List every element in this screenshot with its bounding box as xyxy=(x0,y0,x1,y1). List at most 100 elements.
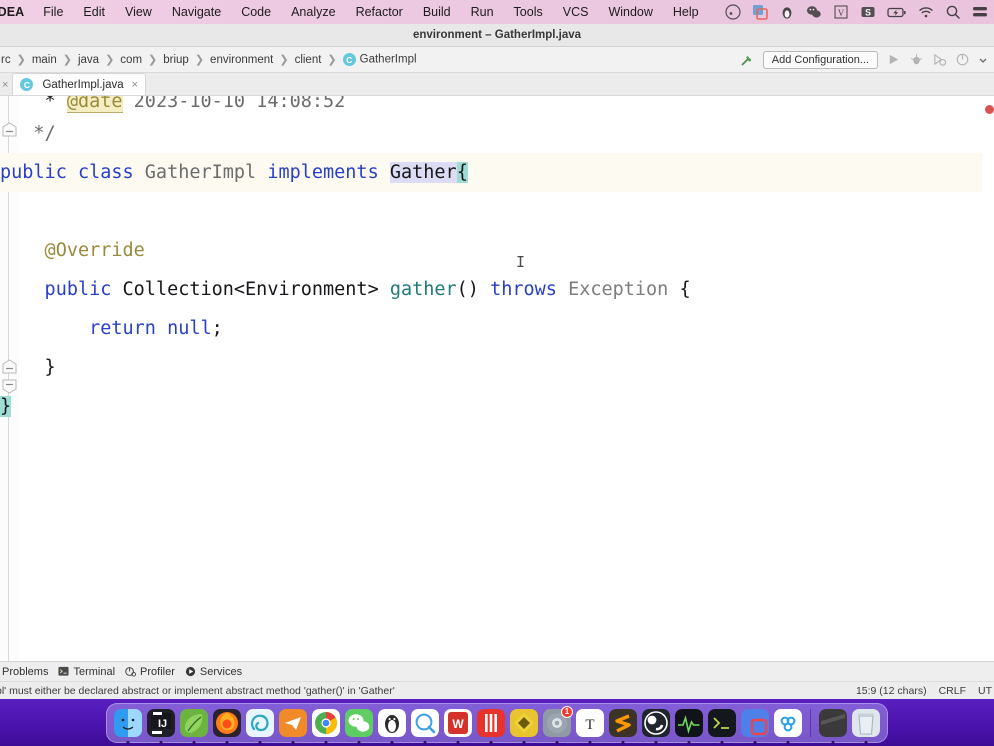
menu-help[interactable]: Help xyxy=(663,5,709,19)
dock-item-iterm[interactable] xyxy=(707,708,737,744)
breadcrumb-item-briup[interactable]: briup xyxy=(158,54,194,66)
error-stripe-marker[interactable] xyxy=(985,105,994,114)
penguin-icon[interactable] xyxy=(779,4,795,20)
control-center-icon[interactable] xyxy=(972,4,988,20)
menu-edit[interactable]: Edit xyxy=(73,5,115,19)
dock-item-trash[interactable] xyxy=(851,708,881,744)
dock-running-indicator xyxy=(786,740,790,744)
svg-text:T: T xyxy=(585,717,594,733)
dock-item-activity-monitor[interactable] xyxy=(674,708,704,744)
dock-running-indicator xyxy=(687,740,691,744)
run-with-coverage-icon[interactable] xyxy=(932,52,947,67)
breadcrumb-item-client[interactable]: client xyxy=(290,54,327,66)
breadcrumb-item-com[interactable]: com xyxy=(115,54,147,66)
menu-window[interactable]: Window xyxy=(598,5,662,19)
breadcrumb-item-src[interactable]: rc xyxy=(0,54,16,66)
add-configuration-button[interactable]: Add Configuration... xyxy=(762,50,878,69)
line-method-close[interactable]: } xyxy=(0,348,994,387)
menu-build[interactable]: Build xyxy=(413,5,461,19)
v-app-icon[interactable]: V xyxy=(833,4,849,20)
tab-close-icon[interactable]: × xyxy=(132,79,138,91)
menu-vcs[interactable]: VCS xyxy=(553,5,599,19)
caret-position[interactable]: 15:9 (12 chars) xyxy=(856,685,927,697)
line-method-signature[interactable]: public Collection<Environment> gather() … xyxy=(0,270,994,309)
file-encoding[interactable]: UT xyxy=(978,685,992,697)
menu-refactor[interactable]: Refactor xyxy=(346,5,413,19)
tool-window-problems[interactable]: Problems xyxy=(0,666,58,678)
editor-code-area[interactable]: * @date 2023-10-10 14:08:52 */ public cla… xyxy=(0,96,994,661)
profiler-icon xyxy=(125,667,137,677)
finder-icon xyxy=(114,708,142,737)
code-token: gather xyxy=(389,279,457,300)
breadcrumb-item-java[interactable]: java xyxy=(73,54,104,66)
s-app-icon[interactable]: S xyxy=(860,4,876,20)
tool-window-services[interactable]: Services xyxy=(185,666,252,678)
battery-icon[interactable] xyxy=(887,4,907,20)
dock-item-snipaste[interactable] xyxy=(740,708,770,744)
dock-item-wechat[interactable] xyxy=(344,708,374,744)
dock-running-indicator xyxy=(720,740,724,744)
breadcrumb-item-environment[interactable]: environment xyxy=(205,54,278,66)
menu-code[interactable]: Code xyxy=(231,5,281,19)
dock-item-downloads-stack[interactable] xyxy=(818,708,848,744)
dock-item-chrome[interactable] xyxy=(311,708,341,744)
dock-item-system-preferences[interactable]: 1 xyxy=(542,705,573,744)
profiler-icon[interactable] xyxy=(955,52,970,67)
close-icon[interactable]: × xyxy=(0,79,12,95)
run-icon[interactable] xyxy=(886,52,901,67)
spotlight-search-icon[interactable] xyxy=(945,4,961,20)
error-stripe-gutter[interactable] xyxy=(982,96,994,661)
chevron-down-icon[interactable] xyxy=(978,55,988,65)
dock-item-qq[interactable] xyxy=(377,708,407,744)
line-blank-1[interactable] xyxy=(0,192,994,231)
line-class-close[interactable]: } xyxy=(0,387,994,426)
compass-icon[interactable] xyxy=(725,4,741,20)
line-class-decl[interactable]: public class GatherImpl implements Gathe… xyxy=(0,153,994,192)
hammer-icon[interactable] xyxy=(739,52,755,68)
menu-file[interactable]: File xyxy=(33,5,73,19)
dock-item-baidu-netdisk[interactable] xyxy=(773,708,803,744)
code-editor[interactable]: * @date 2023-10-10 14:08:52 */ public cla… xyxy=(0,96,994,661)
dock-item-axure[interactable] xyxy=(509,708,539,744)
dingtalk-icon xyxy=(477,708,505,737)
menu-navigate[interactable]: Navigate xyxy=(162,5,231,19)
screenshot-icon[interactable] xyxy=(752,4,768,20)
menu-view[interactable]: View xyxy=(115,5,162,19)
dock-item-typora[interactable]: T xyxy=(575,708,605,744)
dock-item-sublime-text[interactable] xyxy=(608,708,638,744)
line-separator[interactable]: CRLF xyxy=(939,685,966,697)
dock-item-spring[interactable] xyxy=(179,708,209,744)
breadcrumb-separator: ❯ xyxy=(279,54,289,66)
menu-tools[interactable]: Tools xyxy=(504,5,553,19)
breadcrumb-item-main[interactable]: main xyxy=(27,54,62,66)
breadcrumb-item-gatherimpl[interactable]: C GatherImpl xyxy=(338,53,422,66)
wechat-icon[interactable] xyxy=(806,4,822,20)
dock-item-navicat[interactable] xyxy=(245,708,275,744)
dock-item-telegram[interactable] xyxy=(278,708,308,744)
menu-run[interactable]: Run xyxy=(461,5,504,19)
dock-item-obs-studio[interactable] xyxy=(641,708,671,744)
dock-item-firefox[interactable] xyxy=(212,708,242,744)
line-override[interactable]: @Override xyxy=(0,231,994,270)
status-bar: pl' must either be declared abstract or … xyxy=(0,681,994,699)
dock-item-dingtalk[interactable] xyxy=(476,708,506,744)
code-token: GatherImpl xyxy=(144,162,268,183)
tool-window-profiler[interactable]: Profiler xyxy=(125,666,185,678)
editor-tab-strip: × C GatherImpl.java × xyxy=(0,73,994,96)
menu-analyze[interactable]: Analyze xyxy=(281,5,345,19)
line-comment-end[interactable]: */ xyxy=(0,114,994,153)
dock-item-finder[interactable] xyxy=(113,708,143,744)
dock-item-qq-browser[interactable] xyxy=(410,708,440,744)
code-token: { xyxy=(456,162,468,183)
tab-gatherimpl-java[interactable]: C GatherImpl.java × xyxy=(12,73,147,95)
qq-browser-icon xyxy=(411,708,439,737)
wifi-icon[interactable] xyxy=(918,4,934,20)
dock-item-wps[interactable]: W xyxy=(443,708,473,744)
breadcrumb-separator: ❯ xyxy=(62,54,72,66)
menubar-app-name[interactable]: IDEA xyxy=(0,5,33,19)
tool-window-terminal[interactable]: Terminal xyxy=(58,666,125,678)
line-return-null[interactable]: return null; xyxy=(0,309,994,348)
dock-item-intellij-idea[interactable]: IJ xyxy=(146,708,176,744)
debug-icon[interactable] xyxy=(909,52,924,67)
wps-icon: W xyxy=(444,708,472,737)
